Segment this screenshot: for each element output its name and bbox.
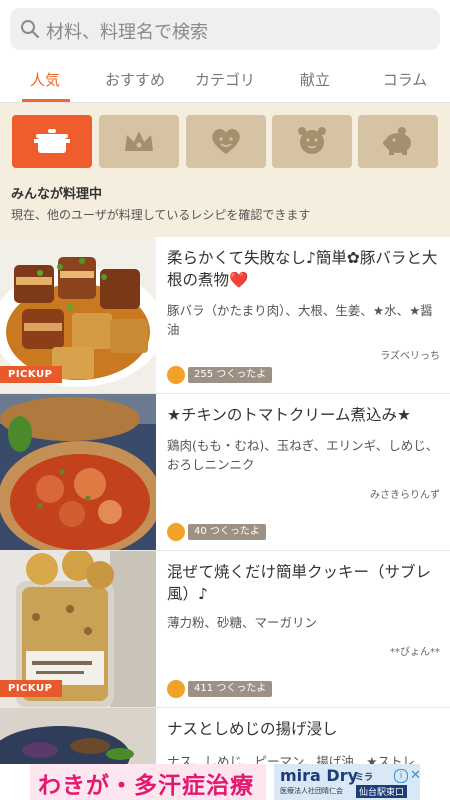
tab-popular[interactable]: 人気 bbox=[0, 69, 90, 90]
ad-banner[interactable]: わきが・多汗症治療 mira Dry ミラ 医療法人社団晴仁会 仙台駅東口 i … bbox=[0, 764, 450, 800]
ad-brand[interactable]: mira Dry bbox=[280, 766, 358, 785]
recipe-thumbnail[interactable]: PICKUP bbox=[0, 237, 156, 393]
category-favorite-button[interactable] bbox=[186, 115, 266, 168]
category-pot-button[interactable] bbox=[12, 115, 92, 168]
pickup-badge: PICKUP bbox=[0, 680, 63, 697]
recipe-thumbnail[interactable] bbox=[0, 394, 156, 550]
smile-face-icon bbox=[167, 523, 185, 541]
recipe-card[interactable]: ナスとしめじの揚げ浸し ナス、しめじ、ピーマン、揚げ油、★ストレ bbox=[0, 708, 450, 764]
recipe-title[interactable]: 柔らかくて失敗なし♪簡単✿豚バラと大根の煮物❤️ bbox=[167, 247, 443, 291]
eggplant-shimeji-photo bbox=[0, 708, 156, 764]
active-tab-indicator bbox=[22, 99, 70, 102]
cooking-now-panel: みんなが料理中 現在、他のユーザが料理しているレシピを確認できます bbox=[0, 103, 450, 237]
recipe-title[interactable]: 混ぜて焼くだけ簡単クッキー（サブレ風）♪ bbox=[167, 561, 443, 605]
category-saving-button[interactable] bbox=[358, 115, 438, 168]
ad-headline[interactable]: わきが・多汗症治療 bbox=[38, 766, 254, 800]
ad-close-icon[interactable]: ✕ bbox=[410, 768, 421, 783]
recipe-author[interactable]: みさきらりんず bbox=[370, 486, 440, 501]
recipe-author[interactable]: **ぴょん** bbox=[390, 643, 440, 658]
crown-icon bbox=[125, 131, 153, 151]
pickup-badge: PICKUP bbox=[0, 366, 63, 383]
recipe-card[interactable]: ★チキンのトマトクリーム煮込み★ 鶏肉(もも・むね)、玉ねぎ、エリンギ、しめじ、… bbox=[0, 394, 450, 551]
recipe-ingredients: 豚バラ（かたまり肉）、大根、生姜、★水、★醤油 bbox=[167, 303, 433, 337]
pot-icon bbox=[34, 129, 70, 153]
alarm-clock-icon bbox=[298, 127, 326, 154]
ad-info-icon[interactable]: i bbox=[394, 769, 408, 783]
cooking-now-title: みんなが料理中 bbox=[11, 187, 103, 202]
cooking-now-description: 現在、他のユーザが料理しているレシピを確認できます bbox=[11, 208, 311, 222]
smile-face-icon bbox=[167, 366, 185, 384]
tomato-cream-chicken-photo bbox=[0, 394, 156, 550]
ad-brand-sub: ミラ bbox=[355, 773, 374, 783]
tab-recommended[interactable]: おすすめ bbox=[90, 69, 180, 90]
category-timer-button[interactable] bbox=[272, 115, 352, 168]
recipe-ingredients: 薄力粉、砂糖、マーガリン bbox=[167, 615, 318, 630]
smile-face-icon bbox=[167, 680, 185, 698]
tab-menu[interactable]: 献立 bbox=[270, 69, 360, 90]
recipe-thumbnail[interactable] bbox=[0, 708, 156, 764]
recipe-title[interactable]: ナスとしめじの揚げ浸し bbox=[167, 718, 443, 740]
ad-station: 仙台駅東口 bbox=[356, 785, 408, 798]
recipe-ingredients: 鶏肉(もも・むね)、玉ねぎ、エリンギ、しめじ、おろしニンニク bbox=[167, 438, 439, 472]
recipe-author[interactable]: ラズベリっち bbox=[380, 347, 440, 362]
recipe-thumbnail[interactable]: PICKUP bbox=[0, 551, 156, 707]
recipe-ingredients: ナス、しめじ、ピーマン、揚げ油、★ストレ bbox=[167, 754, 415, 764]
recipe-card[interactable]: PICKUP 混ぜて焼くだけ簡単クッキー（サブレ風）♪ 薄力粉、砂糖、マーガリン… bbox=[0, 551, 450, 708]
search-icon bbox=[21, 20, 40, 39]
tab-category[interactable]: カテゴリ bbox=[180, 69, 270, 90]
recipe-card[interactable]: PICKUP 柔らかくて失敗なし♪簡単✿豚バラと大根の煮物❤️ 豚バラ（かたまり… bbox=[0, 237, 450, 394]
search-placeholder: 材料、料理名で検索 bbox=[46, 22, 208, 43]
piggy-bank-icon bbox=[383, 127, 411, 155]
ad-sponsor: 医療法人社団晴仁会 bbox=[280, 787, 343, 795]
search-bar-area: 材料、料理名で検索 bbox=[0, 0, 450, 60]
heart-icon bbox=[212, 129, 240, 154]
category-ranking-button[interactable] bbox=[99, 115, 179, 168]
search-input[interactable]: 材料、料理名で検索 bbox=[10, 8, 440, 50]
tab-bar: 人気 おすすめ カテゴリ 献立 コラム bbox=[0, 60, 450, 103]
recipe-title[interactable]: ★チキンのトマトクリーム煮込み★ bbox=[167, 404, 443, 426]
tab-column[interactable]: コラム bbox=[360, 69, 450, 90]
